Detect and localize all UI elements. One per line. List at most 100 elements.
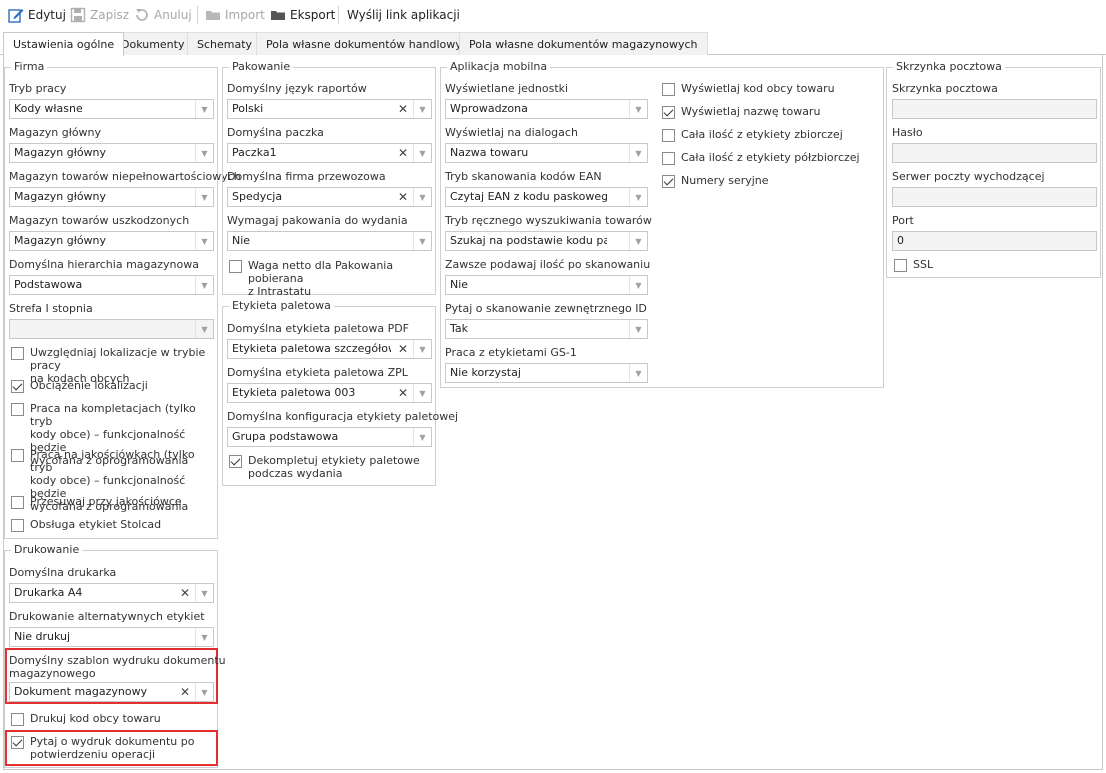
location-load-checkbox[interactable]: Obciążenie lokalizacji [11, 379, 216, 393]
checkbox-box[interactable] [11, 347, 24, 360]
checkbox-box[interactable] [662, 83, 675, 96]
app-name-checkbox[interactable]: Wyświetlaj nazwę towaru [662, 105, 877, 119]
save-button[interactable]: Zapisz [70, 5, 129, 25]
app-serial-numbers-checkbox[interactable]: Numery seryjne [662, 174, 877, 188]
chevron-down-icon[interactable]: ▼ [195, 144, 213, 162]
chevron-down-icon[interactable]: ▼ [629, 232, 647, 250]
checkbox-box[interactable] [11, 449, 24, 462]
chevron-down-icon[interactable]: ▼ [195, 188, 213, 206]
chevron-down-icon[interactable]: ▼ [629, 364, 647, 382]
tab-general-settings[interactable]: Ustawienia ogólne [3, 32, 125, 56]
alt-labels-select[interactable]: Nie drukuj ▼ [9, 627, 214, 647]
pallet-pdf-select[interactable]: Etykieta paletowa szczegółowa ...✕▼ [227, 339, 432, 359]
chevron-down-icon[interactable]: ▼ [413, 144, 431, 162]
chevron-down-icon[interactable]: ▼ [413, 340, 431, 358]
app-semi-collective-checkbox[interactable]: Cała ilość z etykiety półzbiorczej [662, 151, 877, 165]
app-foreign-code-checkbox[interactable]: Wyświetlaj kod obcy towaru [662, 82, 877, 96]
work-mode-select[interactable]: Kody własne ▼ [9, 99, 214, 119]
chevron-down-icon[interactable]: ▼ [413, 384, 431, 402]
substandard-warehouse-select[interactable]: Magazyn główny ▼ [9, 187, 214, 207]
hierarchy-select[interactable]: Podstawowa ▼ [9, 275, 214, 295]
checkbox-box[interactable] [662, 129, 675, 142]
send-link-button[interactable]: Wyślij link aplikacji [347, 5, 460, 25]
units-select[interactable]: Wprowadzona ▼ [445, 99, 648, 119]
dialogs-select[interactable]: Nazwa towaru ▼ [445, 143, 648, 163]
clear-icon[interactable]: ✕ [176, 584, 194, 602]
clear-icon[interactable]: ✕ [394, 100, 412, 118]
clear-icon[interactable]: ✕ [394, 188, 412, 206]
ssl-checkbox[interactable]: SSL [894, 258, 994, 272]
print-foreign-code-checkbox[interactable]: Drukuj kod obcy towaru [11, 712, 216, 726]
manual-search-select[interactable]: Szukaj na podstawie kodu paskowe... ▼ [445, 231, 648, 251]
dekompletuj-checkbox[interactable]: Dekompletuj etykiety paletowe podczas wyd… [229, 454, 434, 480]
ask-print-checkbox[interactable]: Pytaj o wydruk dokumentu po potwierdzeniu… [11, 735, 216, 761]
tab-schemas[interactable]: Schematy [187, 32, 263, 55]
checkbox-box[interactable] [229, 455, 242, 468]
net-weight-checkbox[interactable]: Waga netto dla Pakowania pobierana z Intr… [229, 259, 434, 298]
checkbox-box[interactable] [229, 260, 242, 273]
chevron-down-icon[interactable]: ▼ [629, 320, 647, 338]
chevron-down-icon[interactable]: ▼ [195, 584, 213, 602]
ean-mode-select[interactable]: Czytaj EAN z kodu paskowego ▼ [445, 187, 648, 207]
port-input[interactable]: 0 [892, 231, 1097, 251]
checkbox-box[interactable] [662, 152, 675, 165]
clear-icon[interactable]: ✕ [394, 384, 412, 402]
carrier-select[interactable]: Spedycja ✕ ▼ [227, 187, 432, 207]
pallet-config-select[interactable]: Grupa podstawowa ▼ [227, 427, 432, 447]
chevron-down-icon[interactable]: ▼ [195, 320, 213, 338]
smtp-server-input[interactable] [892, 187, 1097, 207]
checkbox-box[interactable] [11, 496, 24, 509]
clear-icon[interactable]: ✕ [394, 340, 412, 358]
checkbox-box[interactable] [11, 736, 24, 749]
checkbox-box[interactable] [662, 106, 675, 119]
chevron-down-icon[interactable]: ▼ [413, 232, 431, 250]
printer-select[interactable]: Drukarka A4 ✕ ▼ [9, 583, 214, 603]
chevron-down-icon[interactable]: ▼ [195, 100, 213, 118]
gs1-select[interactable]: Nie korzystaj ▼ [445, 363, 648, 383]
chevron-down-icon[interactable]: ▼ [629, 188, 647, 206]
zone-select[interactable]: ▼ [9, 319, 214, 339]
password-input[interactable] [892, 143, 1097, 163]
tab-warehouse-custom-fields[interactable]: Pola własne dokumentów magazynowych [459, 32, 708, 55]
clear-icon[interactable]: ✕ [176, 683, 194, 701]
external-id-select[interactable]: Tak ▼ [445, 319, 648, 339]
chevron-down-icon[interactable]: ▼ [413, 100, 431, 118]
checkbox-box[interactable] [11, 519, 24, 532]
checkbox-box[interactable] [894, 259, 907, 272]
mailbox-label: Skrzynka pocztowa [892, 82, 998, 95]
chevron-down-icon[interactable]: ▼ [629, 276, 647, 294]
main-warehouse-select[interactable]: Magazyn główny ▼ [9, 143, 214, 163]
chevron-down-icon[interactable]: ▼ [629, 144, 647, 162]
chevron-down-icon[interactable]: ▼ [195, 232, 213, 250]
chevron-down-icon[interactable]: ▼ [629, 100, 647, 118]
chevron-down-icon[interactable]: ▼ [413, 428, 431, 446]
checkbox-box[interactable] [11, 403, 24, 416]
quantity-after-scan-select[interactable]: Nie ▼ [445, 275, 648, 295]
pallet-zpl-select[interactable]: Etykieta paletowa 003 ✕ ▼ [227, 383, 432, 403]
main-warehouse-label: Magazyn główny [9, 126, 102, 139]
checkbox-box[interactable] [11, 713, 24, 726]
checkbox-box[interactable] [11, 380, 24, 393]
chevron-down-icon[interactable]: ▼ [195, 683, 213, 701]
mailbox-input[interactable] [892, 99, 1097, 119]
move-on-quality-checkbox[interactable]: Przesuwaj przy jakościówce [11, 495, 216, 509]
chevron-down-icon[interactable]: ▼ [413, 188, 431, 206]
checkbox-box[interactable] [662, 175, 675, 188]
require-packing-select[interactable]: Nie ▼ [227, 231, 432, 251]
cancel-button[interactable]: Anuluj [134, 5, 192, 25]
app-collective-checkbox[interactable]: Cała ilość z etykiety zbiorczej [662, 128, 877, 142]
tab-trade-custom-fields[interactable]: Pola własne dokumentów handlowych [256, 32, 485, 55]
damaged-warehouse-select[interactable]: Magazyn główny ▼ [9, 231, 214, 251]
export-button[interactable]: Eksport [270, 5, 335, 25]
import-button[interactable]: Import [205, 5, 265, 25]
chevron-down-icon[interactable]: ▼ [195, 628, 213, 646]
template-select[interactable]: Dokument magazynowy ✕ ▼ [9, 682, 214, 702]
chevron-down-icon[interactable]: ▼ [195, 276, 213, 294]
report-language-select[interactable]: Polski ✕ ▼ [227, 99, 432, 119]
select-value: Polski [232, 102, 264, 115]
checkbox-label: Wyświetlaj kod obcy towaru [681, 82, 835, 95]
package-select[interactable]: Paczka1 ✕ ▼ [227, 143, 432, 163]
stolcad-checkbox[interactable]: Obsługa etykiet Stolcad [11, 518, 216, 532]
clear-icon[interactable]: ✕ [394, 144, 412, 162]
edit-button[interactable]: Edytuj [8, 5, 66, 25]
